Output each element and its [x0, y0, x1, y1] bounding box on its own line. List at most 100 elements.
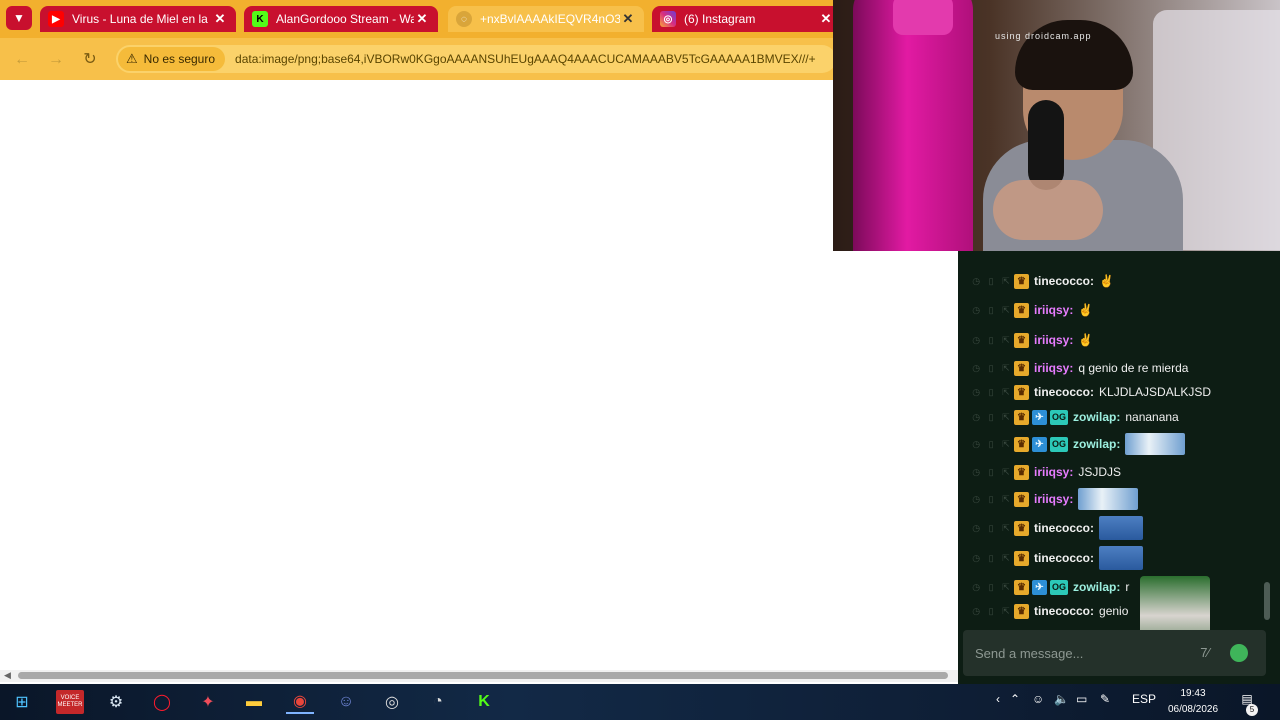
send-icon[interactable]	[1230, 644, 1248, 662]
timeout-icon[interactable]: ◷	[972, 412, 980, 423]
mod-actions[interactable]: ◷ ▯ ⇱	[958, 335, 1014, 346]
tab-instagram[interactable]: ◎ (6) Instagram ✕	[652, 6, 842, 32]
chat-username[interactable]: tinecocco:	[1034, 385, 1094, 399]
language-indicator[interactable]: ESP	[1132, 692, 1156, 706]
timeout-icon[interactable]: ◷	[972, 606, 980, 617]
horizontal-scrollbar[interactable]: ◀	[0, 670, 958, 682]
chat-username[interactable]: tinecocco:	[1034, 551, 1094, 565]
chat-username[interactable]: tinecocco:	[1034, 604, 1094, 618]
timeout-icon[interactable]: ◷	[972, 439, 980, 450]
chat-username[interactable]: iriiqsy:	[1034, 465, 1073, 479]
mod-actions[interactable]: ◷ ▯ ⇱	[958, 387, 1014, 398]
ban-icon[interactable]: ⇱	[1002, 606, 1010, 617]
delete-icon[interactable]: ▯	[989, 363, 994, 374]
delete-icon[interactable]: ▯	[989, 606, 994, 617]
mod-actions[interactable]: ◷ ▯ ⇱	[958, 467, 1014, 478]
back-arrow-icon[interactable]: ←	[12, 50, 32, 70]
scroll-left-icon[interactable]: ◀	[4, 670, 11, 681]
timeout-icon[interactable]: ◷	[972, 494, 980, 505]
timeout-icon[interactable]: ◷	[972, 553, 980, 564]
ban-icon[interactable]: ⇱	[1002, 335, 1010, 346]
file-explorer-icon[interactable]: ▬	[240, 690, 268, 714]
chrome-icon[interactable]: ◉	[286, 690, 314, 714]
delete-icon[interactable]: ▯	[989, 387, 994, 398]
timeout-icon[interactable]: ◷	[972, 335, 980, 346]
ban-icon[interactable]: ⇱	[1002, 412, 1010, 423]
speedometer-icon[interactable]: ◔	[424, 690, 452, 714]
delete-icon[interactable]: ▯	[989, 467, 994, 478]
network-icon[interactable]: ▭	[1076, 692, 1087, 706]
opera-icon[interactable]: ◯	[148, 690, 176, 714]
ban-icon[interactable]: ⇱	[1002, 523, 1010, 534]
tab-search-button[interactable]: ▼	[6, 6, 32, 30]
mod-actions[interactable]: ◷ ▯ ⇱	[958, 412, 1014, 423]
ban-icon[interactable]: ⇱	[1002, 582, 1010, 593]
close-icon[interactable]: ✕	[620, 11, 636, 27]
volume-icon[interactable]: 🔈	[1054, 692, 1069, 706]
mod-actions[interactable]: ◷ ▯ ⇱	[958, 582, 1014, 593]
tray-up-icon[interactable]: ⌃	[1010, 692, 1020, 706]
tab-kick[interactable]: K AlanGordooo Stream - Wat ✕	[244, 6, 438, 32]
delete-icon[interactable]: ▯	[989, 276, 994, 287]
chat-scrollbar[interactable]	[1264, 582, 1270, 620]
delete-icon[interactable]: ▯	[989, 523, 994, 534]
ban-icon[interactable]: ⇱	[1002, 553, 1010, 564]
windows-start-icon[interactable]: ⊞	[8, 690, 36, 714]
mod-actions[interactable]: ◷ ▯ ⇱	[958, 276, 1014, 287]
delete-icon[interactable]: ▯	[989, 335, 994, 346]
mod-actions[interactable]: ◷ ▯ ⇱	[958, 439, 1014, 450]
steam-icon[interactable]: ⚙	[102, 690, 130, 714]
ban-icon[interactable]: ⇱	[1002, 363, 1010, 374]
chat-username[interactable]: iriiqsy:	[1034, 361, 1073, 375]
delete-icon[interactable]: ▯	[989, 582, 994, 593]
mod-actions[interactable]: ◷ ▯ ⇱	[958, 494, 1014, 505]
timeout-icon[interactable]: ◷	[972, 276, 980, 287]
close-icon[interactable]: ✕	[414, 11, 430, 27]
tray-chevron-icon[interactable]: ‹	[996, 692, 1000, 706]
tab-active-data-url[interactable]: ◌ +nxBvlAAAAkIEQVR4nO3l ✕	[448, 6, 644, 32]
obs-icon[interactable]: ◎	[378, 690, 406, 714]
chat-username[interactable]: zowilap:	[1073, 437, 1120, 451]
forward-arrow-icon[interactable]: →	[46, 50, 66, 70]
voicemeeter-icon[interactable]: VOICE MEETER	[56, 690, 84, 714]
close-icon[interactable]: ✕	[818, 11, 834, 27]
chat-username[interactable]: tinecocco:	[1034, 521, 1094, 535]
reload-icon[interactable]: ↻	[80, 50, 100, 70]
chat-username[interactable]: zowilap:	[1073, 580, 1120, 594]
timeout-icon[interactable]: ◷	[972, 467, 980, 478]
pen-icon[interactable]: ✎	[1100, 692, 1110, 706]
delete-icon[interactable]: ▯	[989, 553, 994, 564]
discord-tray-icon[interactable]: ☺	[1032, 692, 1044, 706]
delete-icon[interactable]: ▯	[989, 305, 994, 316]
delete-icon[interactable]: ▯	[989, 439, 994, 450]
app-icon[interactable]: ✦	[194, 690, 222, 714]
tab-youtube[interactable]: ▶ Virus - Luna de Miel en la M ✕	[40, 6, 236, 32]
mod-actions[interactable]: ◷ ▯ ⇱	[958, 305, 1014, 316]
close-icon[interactable]: ✕	[212, 11, 228, 27]
clock[interactable]: 19:43 06/08/2026	[1160, 686, 1226, 718]
emote-picker-icon[interactable]: 7⁄	[1190, 640, 1220, 666]
scrollbar-thumb[interactable]	[18, 672, 948, 679]
timeout-icon[interactable]: ◷	[972, 387, 980, 398]
chat-message-input[interactable]	[975, 643, 1145, 663]
chat-username[interactable]: iriiqsy:	[1034, 333, 1073, 347]
delete-icon[interactable]: ▯	[989, 412, 994, 423]
address-bar[interactable]: ⚠ No es seguro data:image/png;base64,iVB…	[116, 45, 836, 73]
timeout-icon[interactable]: ◷	[972, 305, 980, 316]
chat-username[interactable]: iriiqsy:	[1034, 303, 1073, 317]
url-text[interactable]: data:image/png;base64,iVBORw0KGgoAAAANSU…	[235, 52, 816, 66]
mod-actions[interactable]: ◷ ▯ ⇱	[958, 606, 1014, 617]
timeout-icon[interactable]: ◷	[972, 582, 980, 593]
chat-username[interactable]: iriiqsy:	[1034, 492, 1073, 506]
delete-icon[interactable]: ▯	[989, 494, 994, 505]
ban-icon[interactable]: ⇱	[1002, 494, 1010, 505]
chat-input-box[interactable]: 7⁄	[963, 630, 1266, 676]
ban-icon[interactable]: ⇱	[1002, 276, 1010, 287]
timeout-icon[interactable]: ◷	[972, 363, 980, 374]
timeout-icon[interactable]: ◷	[972, 523, 980, 534]
chat-username[interactable]: zowilap:	[1073, 410, 1120, 424]
kick-app-icon[interactable]: K	[470, 690, 498, 714]
security-chip[interactable]: ⚠ No es seguro	[118, 47, 226, 71]
chat-username[interactable]: tinecocco:	[1034, 274, 1094, 288]
discord-icon[interactable]: ☺	[332, 690, 360, 714]
